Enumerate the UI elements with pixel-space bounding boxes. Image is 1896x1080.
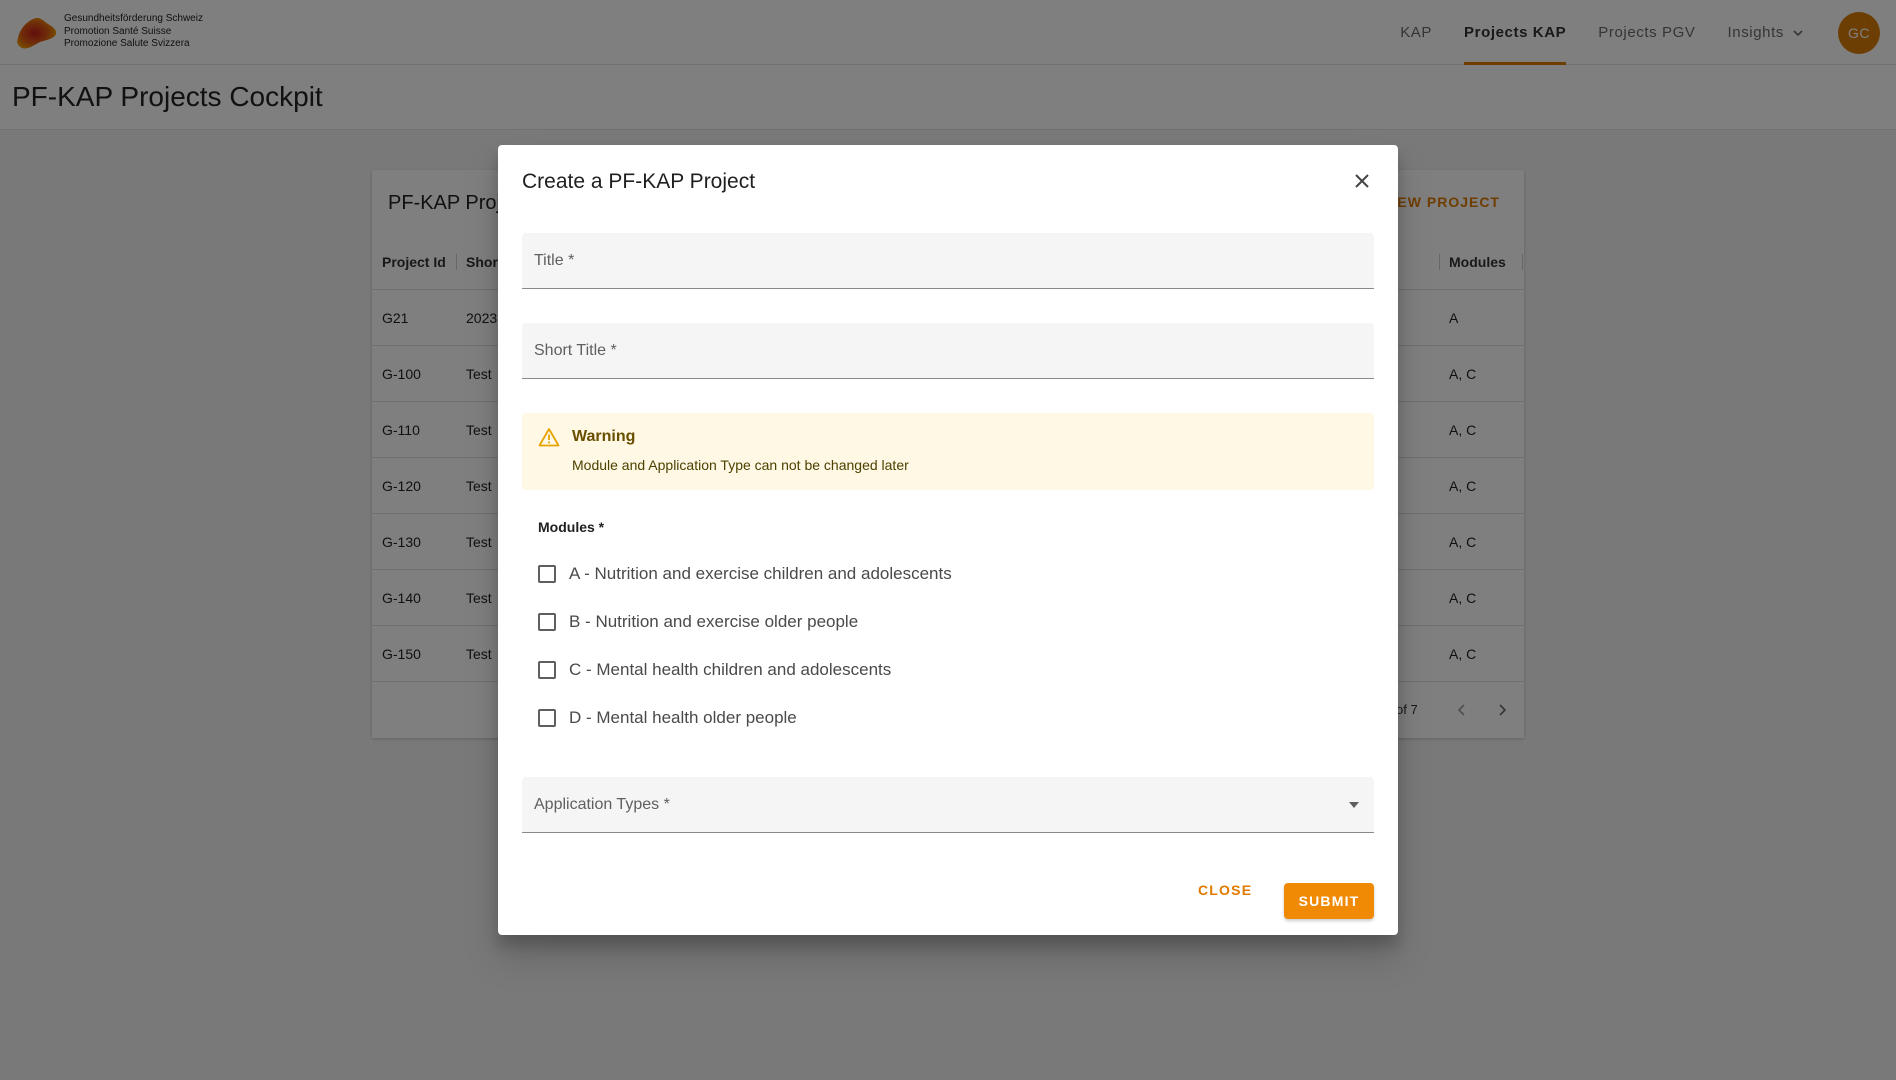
modules-label: Modules * bbox=[538, 519, 605, 535]
dropdown-arrow-icon[interactable] bbox=[1348, 800, 1360, 810]
checkbox-icon[interactable] bbox=[538, 565, 556, 583]
warning-triangle-icon bbox=[538, 428, 560, 447]
title-field[interactable] bbox=[522, 233, 1374, 289]
module-label: B - Nutrition and exercise older people bbox=[569, 612, 859, 631]
module-checkbox-c[interactable]: C - Mental health children and adolescen… bbox=[538, 658, 891, 682]
title-input[interactable] bbox=[522, 233, 1374, 288]
module-checkbox-b[interactable]: B - Nutrition and exercise older people bbox=[538, 610, 858, 634]
short-title-field[interactable] bbox=[522, 323, 1374, 379]
dialog-title: Create a PF-KAP Project bbox=[522, 170, 756, 193]
checkbox-icon[interactable] bbox=[538, 709, 556, 727]
application-types-select[interactable] bbox=[522, 777, 1374, 833]
warning-text: Module and Application Type can not be c… bbox=[572, 457, 909, 473]
create-project-dialog: Create a PF-KAP Project Warning Module a… bbox=[498, 145, 1398, 935]
checkbox-icon[interactable] bbox=[538, 613, 556, 631]
module-label: A - Nutrition and exercise children and … bbox=[569, 564, 952, 583]
module-checkbox-d[interactable]: D - Mental health older people bbox=[538, 706, 797, 730]
application-types-input[interactable] bbox=[522, 777, 1374, 832]
submit-button[interactable]: SUBMIT bbox=[1284, 883, 1374, 919]
module-label: D - Mental health older people bbox=[569, 708, 797, 727]
close-button[interactable]: CLOSE bbox=[1198, 882, 1252, 898]
short-title-input[interactable] bbox=[522, 323, 1374, 378]
checkbox-icon[interactable] bbox=[538, 661, 556, 679]
module-label: C - Mental health children and adolescen… bbox=[569, 660, 892, 679]
warning-alert: Warning Module and Application Type can … bbox=[522, 413, 1374, 490]
close-icon[interactable] bbox=[1350, 169, 1374, 193]
module-checkbox-a[interactable]: A - Nutrition and exercise children and … bbox=[538, 562, 952, 586]
warning-title: Warning bbox=[572, 428, 636, 445]
